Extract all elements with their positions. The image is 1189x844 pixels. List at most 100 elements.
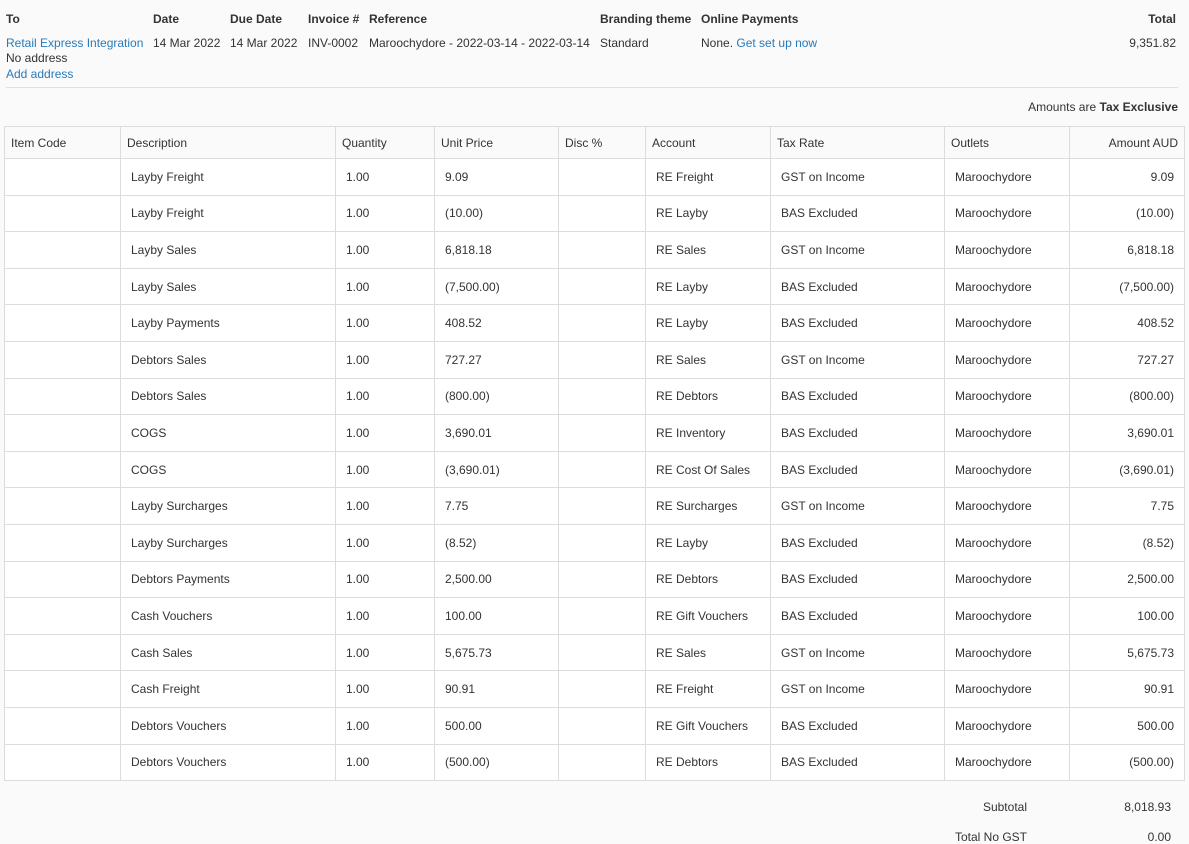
- description-cell[interactable]: Cash Vouchers: [120, 597, 336, 635]
- description-cell[interactable]: Layby Surcharges: [120, 487, 336, 525]
- account-cell[interactable]: RE Surcharges: [645, 487, 771, 525]
- table-row[interactable]: Layby Sales 1.00 6,818.18 RE Sales GST on In…: [4, 231, 1185, 269]
- outlet-cell[interactable]: Maroochydore: [944, 158, 1070, 196]
- table-row[interactable]: Cash Sales 1.00 5,675.73 RE Sales GST on Inc…: [4, 633, 1185, 672]
- discount-cell[interactable]: [558, 267, 646, 306]
- description-cell[interactable]: COGS: [120, 450, 336, 489]
- description-cell[interactable]: Debtors Vouchers: [120, 743, 336, 782]
- item-code-cell[interactable]: [4, 414, 121, 452]
- discount-cell[interactable]: [558, 560, 646, 599]
- tax-rate-cell[interactable]: BAS Excluded: [770, 414, 945, 452]
- outlet-cell[interactable]: Maroochydore: [944, 340, 1070, 379]
- outlet-cell[interactable]: Maroochydore: [944, 523, 1070, 562]
- account-cell[interactable]: RE Sales: [645, 231, 771, 269]
- unit-price-cell[interactable]: (7,500.00): [434, 267, 559, 306]
- unit-price-cell[interactable]: (800.00): [434, 377, 559, 416]
- amount-cell[interactable]: 7.75: [1069, 487, 1185, 525]
- item-code-cell[interactable]: [4, 450, 121, 489]
- outlet-cell[interactable]: Maroochydore: [944, 450, 1070, 489]
- account-cell[interactable]: RE Inventory: [645, 414, 771, 452]
- amount-cell[interactable]: 6,818.18: [1069, 231, 1185, 269]
- item-code-cell[interactable]: [4, 523, 121, 562]
- description-cell[interactable]: Debtors Sales: [120, 377, 336, 416]
- tax-rate-cell[interactable]: GST on Income: [770, 340, 945, 379]
- quantity-cell[interactable]: 1.00: [335, 450, 435, 489]
- tax-rate-cell[interactable]: BAS Excluded: [770, 523, 945, 562]
- quantity-cell[interactable]: 1.00: [335, 560, 435, 599]
- tax-rate-cell[interactable]: GST on Income: [770, 231, 945, 269]
- item-code-cell[interactable]: [4, 487, 121, 525]
- account-cell[interactable]: RE Sales: [645, 340, 771, 379]
- table-row[interactable]: Layby Freight 1.00 9.09 RE Freight GST on In…: [4, 158, 1185, 196]
- unit-price-cell[interactable]: 9.09: [434, 158, 559, 196]
- table-row[interactable]: Debtors Sales 1.00 727.27 RE Sales GST on In…: [4, 340, 1185, 379]
- amount-cell[interactable]: 500.00: [1069, 706, 1185, 745]
- account-cell[interactable]: RE Layby: [645, 267, 771, 306]
- quantity-cell[interactable]: 1.00: [335, 231, 435, 269]
- table-row[interactable]: COGS 1.00 3,690.01 RE Inventory BAS Excluded…: [4, 414, 1185, 452]
- discount-cell[interactable]: [558, 340, 646, 379]
- quantity-cell[interactable]: 1.00: [335, 633, 435, 672]
- account-cell[interactable]: RE Layby: [645, 194, 771, 233]
- table-row[interactable]: Debtors Vouchers 1.00 (500.00) RE Debtors BA…: [4, 743, 1185, 782]
- amount-cell[interactable]: 100.00: [1069, 597, 1185, 635]
- table-row[interactable]: Layby Sales 1.00 (7,500.00) RE Layby BAS Exc…: [4, 267, 1185, 306]
- amount-cell[interactable]: (7,500.00): [1069, 267, 1185, 306]
- account-cell[interactable]: RE Debtors: [645, 743, 771, 782]
- discount-cell[interactable]: [558, 450, 646, 489]
- tax-rate-cell[interactable]: BAS Excluded: [770, 450, 945, 489]
- quantity-cell[interactable]: 1.00: [335, 414, 435, 452]
- tax-rate-cell[interactable]: BAS Excluded: [770, 560, 945, 599]
- unit-price-cell[interactable]: (3,690.01): [434, 450, 559, 489]
- discount-cell[interactable]: [558, 414, 646, 452]
- table-row[interactable]: Debtors Vouchers 1.00 500.00 RE Gift Vouche…: [4, 706, 1185, 745]
- unit-price-cell[interactable]: (8.52): [434, 523, 559, 562]
- discount-cell[interactable]: [558, 231, 646, 269]
- table-row[interactable]: Layby Freight 1.00 (10.00) RE Layby BAS Excl…: [4, 194, 1185, 233]
- outlet-cell[interactable]: Maroochydore: [944, 743, 1070, 782]
- amount-cell[interactable]: 5,675.73: [1069, 633, 1185, 672]
- table-row[interactable]: Debtors Sales 1.00 (800.00) RE Debtors BAS E…: [4, 377, 1185, 416]
- quantity-cell[interactable]: 1.00: [335, 267, 435, 306]
- discount-cell[interactable]: [558, 597, 646, 635]
- item-code-cell[interactable]: [4, 158, 121, 196]
- amount-cell[interactable]: 727.27: [1069, 340, 1185, 379]
- description-cell[interactable]: Layby Sales: [120, 267, 336, 306]
- quantity-cell[interactable]: 1.00: [335, 194, 435, 233]
- unit-price-cell[interactable]: 90.91: [434, 670, 559, 708]
- unit-price-cell[interactable]: 7.75: [434, 487, 559, 525]
- quantity-cell[interactable]: 1.00: [335, 340, 435, 379]
- outlet-cell[interactable]: Maroochydore: [944, 633, 1070, 672]
- quantity-cell[interactable]: 1.00: [335, 523, 435, 562]
- account-cell[interactable]: RE Debtors: [645, 377, 771, 416]
- tax-rate-cell[interactable]: BAS Excluded: [770, 743, 945, 782]
- account-cell[interactable]: RE Layby: [645, 523, 771, 562]
- table-row[interactable]: Layby Surcharges 1.00 7.75 RE Surcharges GST…: [4, 487, 1185, 525]
- description-cell[interactable]: Debtors Sales: [120, 340, 336, 379]
- description-cell[interactable]: Layby Freight: [120, 194, 336, 233]
- outlet-cell[interactable]: Maroochydore: [944, 487, 1070, 525]
- tax-rate-cell[interactable]: BAS Excluded: [770, 597, 945, 635]
- table-row[interactable]: Layby Payments 1.00 408.52 RE Layby BAS Excl…: [4, 304, 1185, 342]
- amount-cell[interactable]: 3,690.01: [1069, 414, 1185, 452]
- table-row[interactable]: Cash Vouchers 1.00 100.00 RE Gift Vouchers B…: [4, 597, 1185, 635]
- description-cell[interactable]: COGS: [120, 414, 336, 452]
- unit-price-cell[interactable]: 100.00: [434, 597, 559, 635]
- discount-cell[interactable]: [558, 670, 646, 708]
- unit-price-cell[interactable]: 500.00: [434, 706, 559, 745]
- item-code-cell[interactable]: [4, 194, 121, 233]
- account-cell[interactable]: RE Debtors: [645, 560, 771, 599]
- tax-rate-cell[interactable]: BAS Excluded: [770, 377, 945, 416]
- unit-price-cell[interactable]: (500.00): [434, 743, 559, 782]
- discount-cell[interactable]: [558, 158, 646, 196]
- discount-cell[interactable]: [558, 523, 646, 562]
- description-cell[interactable]: Cash Sales: [120, 633, 336, 672]
- get-set-up-link[interactable]: Get set up now: [736, 36, 817, 50]
- unit-price-cell[interactable]: (10.00): [434, 194, 559, 233]
- contact-link[interactable]: Retail Express Integration: [6, 36, 143, 50]
- amount-cell[interactable]: 90.91: [1069, 670, 1185, 708]
- item-code-cell[interactable]: [4, 231, 121, 269]
- discount-cell[interactable]: [558, 377, 646, 416]
- item-code-cell[interactable]: [4, 597, 121, 635]
- table-row[interactable]: COGS 1.00 (3,690.01) RE Cost Of Sales BAS Ex…: [4, 450, 1185, 489]
